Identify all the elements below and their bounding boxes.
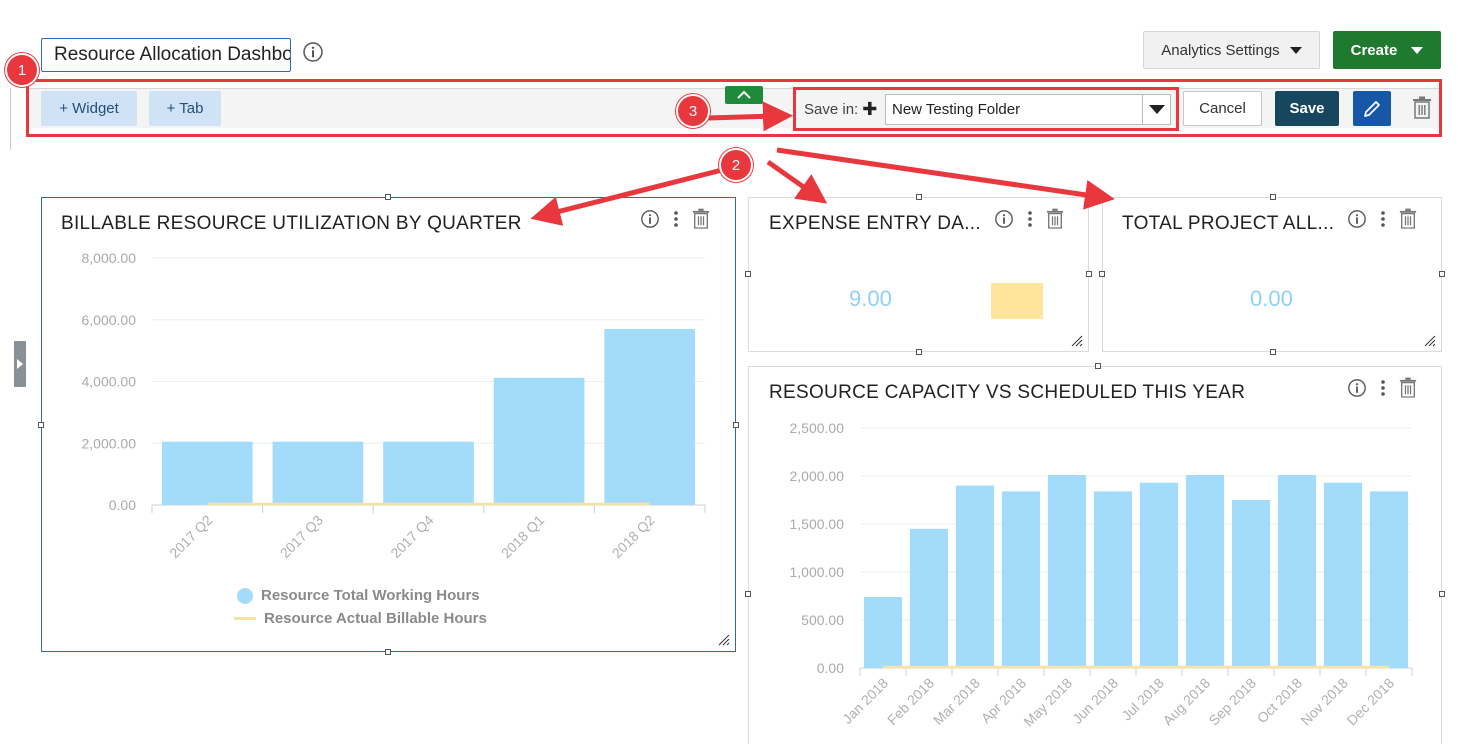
callout-badge: 2 <box>719 148 753 182</box>
annotation-arrows <box>530 101 1115 226</box>
arrow <box>776 147 1115 210</box>
callout-badge: 1 <box>5 53 39 87</box>
arrow <box>766 159 828 204</box>
callout-badge: 3 <box>676 94 710 128</box>
arrow <box>707 101 793 132</box>
arrow <box>530 167 723 226</box>
